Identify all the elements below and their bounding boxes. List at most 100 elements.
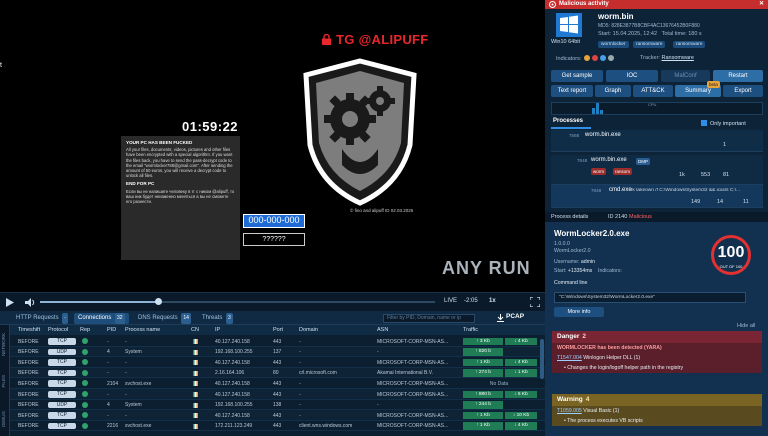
get-sample-button[interactable]: Get sample [551,70,603,82]
col-traffic[interactable]: Traffic [463,327,478,333]
col-protocol[interactable]: Protocol [48,327,68,333]
process-row[interactable]: 7568 worm.bin.exe 1 [551,130,763,152]
mitre-link[interactable]: T1059.005 [557,408,582,414]
table-row[interactable]: BEFORE TCP - -40.127.240.158 443- MICROSOFT-C… [10,389,545,400]
play-icon[interactable] [6,298,14,307]
ransom-note-subtitle: END FOR PC [126,181,155,187]
col-pid[interactable]: PID [107,327,116,333]
ransom-badge: ransom [613,168,633,175]
col-asn[interactable]: ASN [377,327,388,333]
danger-section: Danger 2 WORMLOCKER has been detected (YA… [552,331,762,373]
text-report-button[interactable]: Text report [551,85,593,97]
indicator-icon [599,55,606,61]
graph-button[interactable]: Graph [595,85,631,97]
fullscreen-icon[interactable] [530,297,540,307]
col-cn[interactable]: CN [191,327,199,333]
os-label: Win10 64bit [551,39,581,45]
vm-left-text: t [0,62,2,69]
tag-ransomware[interactable]: ransomware [633,41,666,48]
col-process-name[interactable]: Process name [125,327,160,333]
indicator-icon [583,55,590,61]
country-flag-icon [193,381,198,387]
col-port[interactable]: Port [273,327,283,333]
side-tab-network[interactable]: NETWORK [1,333,6,356]
ransom-note-title: YOUR PC HAS BEEN FUCKED [126,140,193,145]
player-bar: LIVE -2:05 1x [0,292,545,311]
country-flag-icon [193,413,198,419]
reputation-icon [82,401,88,408]
cpu-spike [600,110,603,114]
more-info-button[interactable]: More info [554,307,604,317]
file-start-time: Start: 15.04.2025, 12:42 Total time: 180… [598,31,702,37]
ransom-telegram-handle: TG @ALIPUFF [322,32,429,47]
hide-all-button[interactable]: Hide all [737,323,755,329]
tracker-link[interactable]: Ransomware [662,55,694,61]
pcap-button[interactable]: PCAP [506,313,524,320]
export-button[interactable]: Export [723,85,763,97]
table-row[interactable]: BEFORE TCP - -2.16.164.106 80 crl.microsoft.c… [10,367,545,379]
malconf-button[interactable]: MalConf [661,70,710,82]
malicious-header: Malicious activity ✕ [545,0,768,9]
side-tabs: NETWORK FILES DEBUG [0,325,10,436]
tab-http-requests[interactable]: HTTP Requests - [12,313,72,324]
reputation-icon [82,338,88,344]
filter-input[interactable]: Filter by PID, Domain, name or ip [383,314,475,323]
ransom-note-body: All your files, documents, videos, pictu… [126,147,233,179]
process-description: WormLocker2.0 [554,248,591,254]
tab-connections[interactable]: Connections 32 [74,313,129,324]
table-row[interactable]: BEFORE UDP 4 System 192.168.100.255 138- - ↑ 24… [10,400,545,411]
col-timeshift[interactable]: Timeshift [18,327,40,333]
ransom-credit: © fino and alipuff ID 02.03.2025 [350,208,414,213]
process-row[interactable]: 7648 worm.bin.exe DMP worm ransom 1k 553… [551,155,763,185]
tab-threats[interactable]: Threats 3 [198,313,237,324]
tab-dns-requests[interactable]: DNS Requests 14 [134,313,195,324]
ioc-button[interactable]: IOC [606,70,658,82]
command-line-label: Command line [554,280,588,286]
process-row-selected[interactable]: 7848 cmd.exe /k takeown /f C:\Windows\Sy… [551,185,763,208]
danger-header[interactable]: Danger 2 [552,331,762,343]
attack-button[interactable]: ATT&CK [633,85,673,97]
victim-id-field[interactable]: 000-000-000 [243,214,305,228]
warning-section: Warning 4 T1059.005 Visual Basic (1) • Th… [552,394,762,426]
table-row[interactable]: BEFORE UDP 4 System 192.168.100.255 137- - ↑ 82… [10,346,545,358]
tag-wormlocker[interactable]: wormlocker [598,41,629,48]
table-row[interactable]: BEFORE TCP 2216 svchost.exe 172.211.123.249 4… [10,421,545,432]
country-flag-icon [193,339,198,344]
col-rep[interactable]: Rep [80,327,90,333]
warning-header[interactable]: Warning 4 [552,394,762,406]
threat-score: 100 OUT OF 100 [711,235,751,275]
speed-button[interactable]: 1x [489,298,496,304]
lock-icon [322,34,331,45]
table-row[interactable]: BEFORE TCP - -40.127.240.158 443- MICROSOFT-C… [10,336,545,347]
password-field[interactable]: ?????? [243,233,305,246]
mitre-link[interactable]: T1547.004 [557,355,582,361]
cpu-spike [592,108,595,114]
player-knob[interactable] [155,298,162,305]
process-version: 1.0.0.0 [554,241,570,247]
player-progress [40,301,159,303]
worm-badge: worm [591,168,606,175]
command-line-field[interactable]: "C:\Windows\System32\WormLocker2.0.exe" [554,292,746,303]
warning-item: T1059.005 Visual Basic (1) [557,408,620,414]
table-row[interactable]: BEFORE TCP 2104 svchost.exe 40.127.240.158 44… [10,378,545,389]
tag-ransomware-2[interactable]: ransomware [673,41,706,48]
ransom-timer: 01:59:22 [182,119,239,134]
indicator-icon [607,55,614,61]
table-scrollbar[interactable] [540,339,544,379]
vm-screen[interactable]: t TG @ALIPUFF 01:59:22 YOUR PC HAS BEEN … [0,0,545,292]
warning-item: • The process executes VB scripts [564,418,643,424]
side-tab-files[interactable]: FILES [1,375,6,388]
reputation-icon [82,422,88,429]
col-ip[interactable]: IP [215,327,220,333]
tab-processes[interactable]: Processes [553,118,583,124]
table-row[interactable]: BEFORE TCP - -40.127.240.158 443- MICROSOFT-C… [10,357,545,368]
indicator-icon [591,55,598,61]
table-row[interactable]: BEFORE TCP - -40.127.240.158 443- MICROSOFT-C… [10,410,545,421]
side-tab-debug[interactable]: DEBUG [1,411,6,427]
only-important-toggle[interactable]: Only important [701,120,746,127]
reputation-icon [82,412,88,419]
close-icon[interactable]: ✕ [759,0,764,9]
volume-icon[interactable] [25,298,35,307]
col-domain[interactable]: Domain [299,327,318,333]
restart-button[interactable]: Restart [713,70,763,82]
